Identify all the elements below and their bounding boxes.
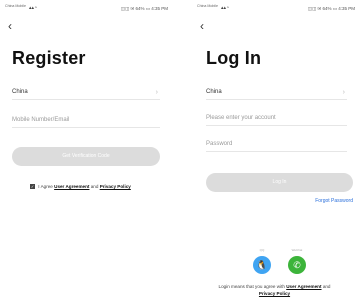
qq-login-button[interactable]: QQ 🐧 — [253, 248, 271, 274]
user-agreement-link[interactable]: User Agreement — [54, 184, 89, 189]
page-title: Register — [12, 48, 86, 68]
agree-checkbox[interactable]: ✓ — [30, 184, 35, 190]
carrier-label: China Mobile — [197, 4, 218, 8]
privacy-policy-link[interactable]: Privacy Policy — [100, 184, 131, 189]
mobile-email-placeholder: Mobile Number/Email — [12, 117, 70, 123]
wechat-caption: WeChat — [291, 248, 303, 252]
country-value: China — [206, 89, 222, 95]
chevron-right-icon: › — [342, 89, 345, 96]
footer-prefix: Login means that you agree with — [218, 284, 285, 289]
qq-icon: 🐧 — [256, 260, 268, 270]
and-text: and — [322, 284, 331, 289]
get-verification-code-button[interactable]: Get Verification Code — [12, 147, 160, 166]
signal-icon: ▴▴◔ — [221, 5, 230, 11]
privacy-policy-link[interactable]: Privacy Policy — [259, 291, 290, 296]
agreement-row: ✓ I Agree User Agreement and Privacy Pol… — [30, 184, 131, 190]
country-selector[interactable]: China › — [206, 82, 347, 100]
back-arrow-icon[interactable]: ‹ — [200, 20, 204, 32]
password-placeholder: Password — [206, 141, 233, 147]
account-input[interactable]: Please enter your account — [206, 108, 347, 126]
status-right: ◫◫ ✉ 64% ▭ 4:35 PM — [120, 6, 168, 11]
status-bar: China Mobile ▴▴◔ ◫◫ ✉ 64% ▭ 4:35 PM — [197, 4, 355, 16]
back-arrow-icon[interactable]: ‹ — [8, 20, 12, 32]
agree-prefix: I Agree — [38, 184, 53, 189]
wechat-icon: ✆ — [293, 260, 301, 270]
mobile-email-input[interactable]: Mobile Number/Email — [12, 110, 160, 128]
status-right: ◫◫ ✉ 64% ▭ 4:35 PM — [307, 6, 355, 11]
register-screen: China Mobile ▴▴◔ ◫◫ ✉ 64% ▭ 4:35 PM ‹ Re… — [0, 0, 170, 298]
page-title: Log In — [206, 48, 262, 68]
user-agreement-link[interactable]: User Agreement — [286, 284, 321, 289]
account-placeholder: Please enter your account — [206, 115, 276, 121]
carrier-label: China Mobile — [5, 4, 26, 8]
login-screen: China Mobile ▴▴◔ ◫◫ ✉ 64% ▭ 4:35 PM ‹ Lo… — [192, 0, 357, 298]
forgot-password-link[interactable]: Forgot Password — [315, 198, 353, 204]
country-selector[interactable]: China › — [12, 82, 160, 100]
login-button[interactable]: Log In — [206, 173, 353, 192]
qq-caption: QQ — [259, 248, 265, 252]
signal-icon: ▴▴◔ — [29, 5, 38, 11]
wechat-login-button[interactable]: WeChat ✆ — [288, 248, 306, 274]
country-value: China — [12, 89, 28, 95]
and-text: and — [90, 184, 99, 189]
login-footer: Login means that you agree with User Agr… — [192, 283, 357, 297]
status-bar: China Mobile ▴▴◔ ◫◫ ✉ 64% ▭ 4:35 PM — [5, 4, 168, 16]
password-input[interactable]: Password — [206, 134, 347, 152]
chevron-right-icon: › — [155, 89, 158, 96]
